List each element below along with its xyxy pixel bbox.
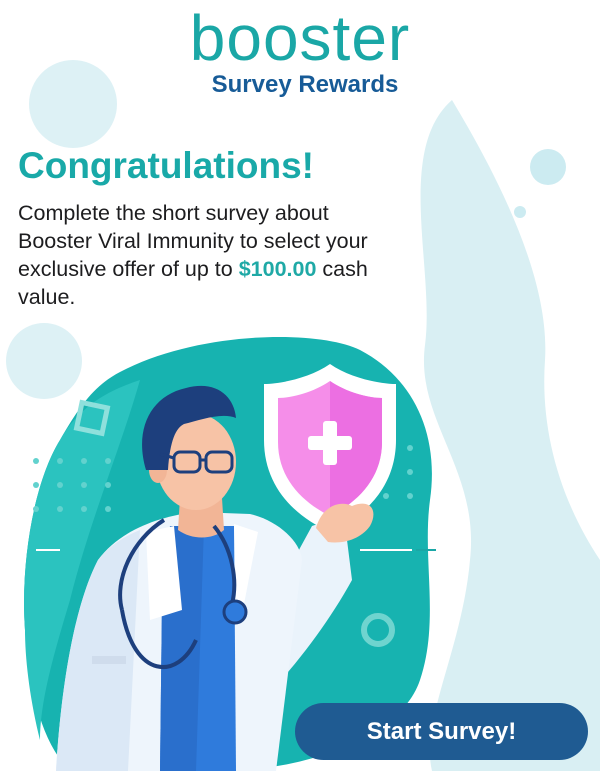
coat-pocket	[92, 656, 126, 664]
doctor-illustration	[56, 364, 396, 771]
start-survey-button[interactable]: Start Survey!	[295, 703, 588, 760]
stethoscope-chestpiece	[222, 599, 248, 625]
survey-offer-page: booster Survey Rewards Congratulations! …	[0, 0, 600, 771]
shield-plus-icon	[264, 364, 396, 532]
